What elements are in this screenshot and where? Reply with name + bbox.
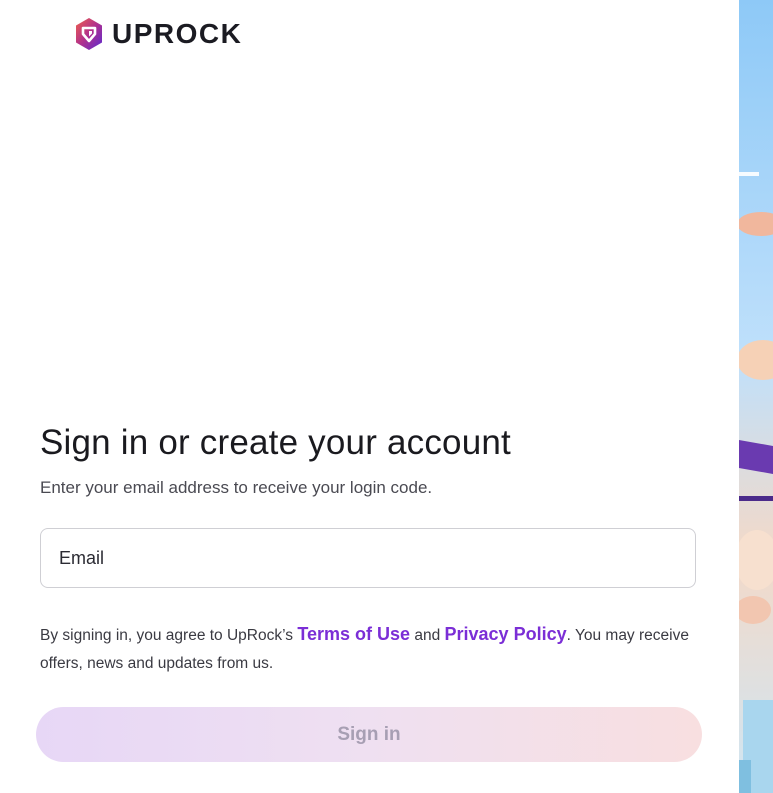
terms-of-use-link[interactable]: Terms of Use: [297, 624, 410, 644]
page-title: Sign in or create your account: [40, 423, 511, 462]
uprock-logo-icon: [76, 18, 102, 50]
brand-name: UPROCK: [112, 18, 243, 49]
legal-and: and: [410, 627, 445, 644]
email-input[interactable]: [40, 528, 696, 588]
illustration-image: [739, 0, 773, 793]
side-illustration: [739, 0, 773, 793]
brand-logo[interactable]: UPROCK: [74, 17, 242, 51]
legal-prefix: By signing in, you agree to UpRock’s: [40, 627, 298, 644]
legal-notice: By signing in, you agree to UpRock’s Ter…: [40, 620, 700, 678]
sign-in-button[interactable]: Sign in: [36, 707, 702, 762]
page-subtitle: Enter your email address to receive your…: [40, 478, 433, 497]
privacy-policy-link[interactable]: Privacy Policy: [445, 624, 567, 644]
